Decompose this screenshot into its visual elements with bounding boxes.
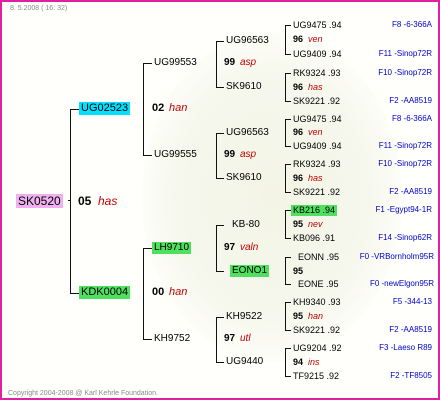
- header-timestamp: 8. 5.2008 ( 16: 32): [10, 5, 68, 12]
- g2-name: asp: [240, 149, 257, 160]
- g3-year: 96: [293, 127, 304, 137]
- g4-id[interactable]: SK9221 .92: [293, 325, 340, 336]
- g4-id[interactable]: SK9221 .92: [293, 96, 340, 107]
- pedigree-link[interactable]: F2 -TF8505: [390, 371, 432, 381]
- g3-id[interactable]: UG9440: [226, 356, 263, 368]
- g3-id[interactable]: KH9522: [226, 311, 262, 323]
- g4-id[interactable]: UG9409 .94: [293, 49, 342, 60]
- pedigree-link[interactable]: F11 -Sinop72R: [379, 141, 432, 151]
- pedigree-frame: 8. 5.2008 ( 16: 32) SK0520 05 has UG0252…: [0, 0, 440, 400]
- g4-id[interactable]: RK9324 .93: [293, 159, 341, 170]
- g4-id[interactable]: TF9215 .92: [293, 371, 339, 382]
- pedigree-link[interactable]: F14 -Sinop62R: [378, 233, 432, 243]
- g3-id[interactable]: UG96563: [226, 127, 269, 139]
- g2-year: 99: [224, 57, 236, 68]
- g3-year: 94: [293, 357, 304, 367]
- subject-id[interactable]: SK0520: [16, 194, 63, 208]
- pedigree-link[interactable]: F11 -Sinop72R: [379, 49, 432, 59]
- pedigree-link[interactable]: F2 -AA8519: [389, 325, 432, 335]
- g3-name: han: [308, 311, 324, 321]
- g2-year: 97: [224, 242, 236, 253]
- dam-id[interactable]: KDK0004: [79, 286, 131, 299]
- pedigree-link[interactable]: F8 -6-366A: [392, 20, 432, 30]
- g4-id[interactable]: UG9409 .94: [293, 141, 342, 152]
- pedigree-link[interactable]: F3 -Laeso R89: [379, 343, 432, 353]
- g3-year: 96: [293, 82, 304, 92]
- subject-year: 05: [78, 194, 92, 208]
- sire-name: han: [169, 102, 188, 114]
- g3-year: 95: [293, 266, 304, 276]
- g3-year: 95: [293, 311, 304, 321]
- pedigree-link[interactable]: F5 -344-13: [393, 297, 432, 307]
- g4-id[interactable]: SK9221 .92: [293, 187, 340, 198]
- g3-name: ven: [308, 127, 323, 137]
- g3-name: ven: [308, 34, 323, 44]
- g4-id[interactable]: UG9475 .94: [293, 20, 342, 31]
- g2-id[interactable]: LH9710: [152, 242, 192, 254]
- sire-id[interactable]: UG02523: [79, 102, 131, 115]
- sire-year: 02: [152, 102, 165, 114]
- g4-id[interactable]: UG9204 .92: [293, 343, 342, 354]
- g3-name: has: [308, 173, 323, 183]
- g3-name: has: [308, 82, 323, 92]
- dam-name: han: [169, 286, 188, 298]
- g2-id[interactable]: KH9752: [154, 333, 190, 345]
- g4-id[interactable]: RK9324 .93: [293, 68, 341, 79]
- watermark-logo: [142, 32, 402, 362]
- g4-id[interactable]: KB216 .94: [291, 205, 338, 216]
- pedigree-link[interactable]: F0 -VRBornholm95R: [360, 252, 434, 262]
- g2-name: utl: [240, 333, 251, 344]
- pedigree-link[interactable]: F10 -Sinop72R: [378, 68, 432, 78]
- g4-id[interactable]: UG9475 .94: [293, 114, 342, 125]
- g3-id[interactable]: SK9610: [226, 81, 262, 93]
- pedigree-link[interactable]: F0 -newElgon95R: [370, 279, 434, 289]
- copyright-footer: Copyright 2004-2008 @ Karl Kehrle Founda…: [8, 390, 158, 397]
- g3-year: 95: [293, 219, 304, 229]
- g2-id[interactable]: UG99555: [154, 149, 197, 161]
- pedigree-link[interactable]: F10 -Sinop72R: [378, 159, 432, 169]
- g4-id[interactable]: EONE .95: [298, 279, 339, 290]
- g3-id[interactable]: UG96563: [226, 35, 269, 47]
- g4-id[interactable]: EONN .95: [298, 252, 339, 263]
- g2-name: asp: [240, 57, 257, 68]
- pedigree-link[interactable]: F1 -Egypt94-1R: [376, 205, 432, 215]
- g2-id[interactable]: UG99553: [154, 57, 197, 69]
- g3-id[interactable]: SK9610: [226, 172, 262, 184]
- pedigree-link[interactable]: F2 -AA8519: [389, 96, 432, 106]
- g2-name: valn: [240, 242, 259, 253]
- g4-id[interactable]: KB096 .91: [293, 233, 335, 244]
- g3-name: nev: [308, 219, 323, 229]
- g3-year: 96: [293, 173, 304, 183]
- g3-year: 96: [293, 34, 304, 44]
- g2-year: 99: [224, 149, 236, 160]
- dam-year: 00: [152, 286, 165, 298]
- pedigree-link[interactable]: F8 -6-366A: [392, 114, 432, 124]
- g3-id[interactable]: KB-80: [232, 219, 260, 231]
- g3-name: ins: [308, 357, 320, 367]
- subject-name: has: [98, 194, 118, 208]
- pedigree-link[interactable]: F2 -AA8519: [389, 187, 432, 197]
- g4-id[interactable]: KH9340 .93: [293, 297, 341, 308]
- g2-year: 97: [224, 333, 236, 344]
- g3-id[interactable]: EONO1: [230, 265, 270, 277]
